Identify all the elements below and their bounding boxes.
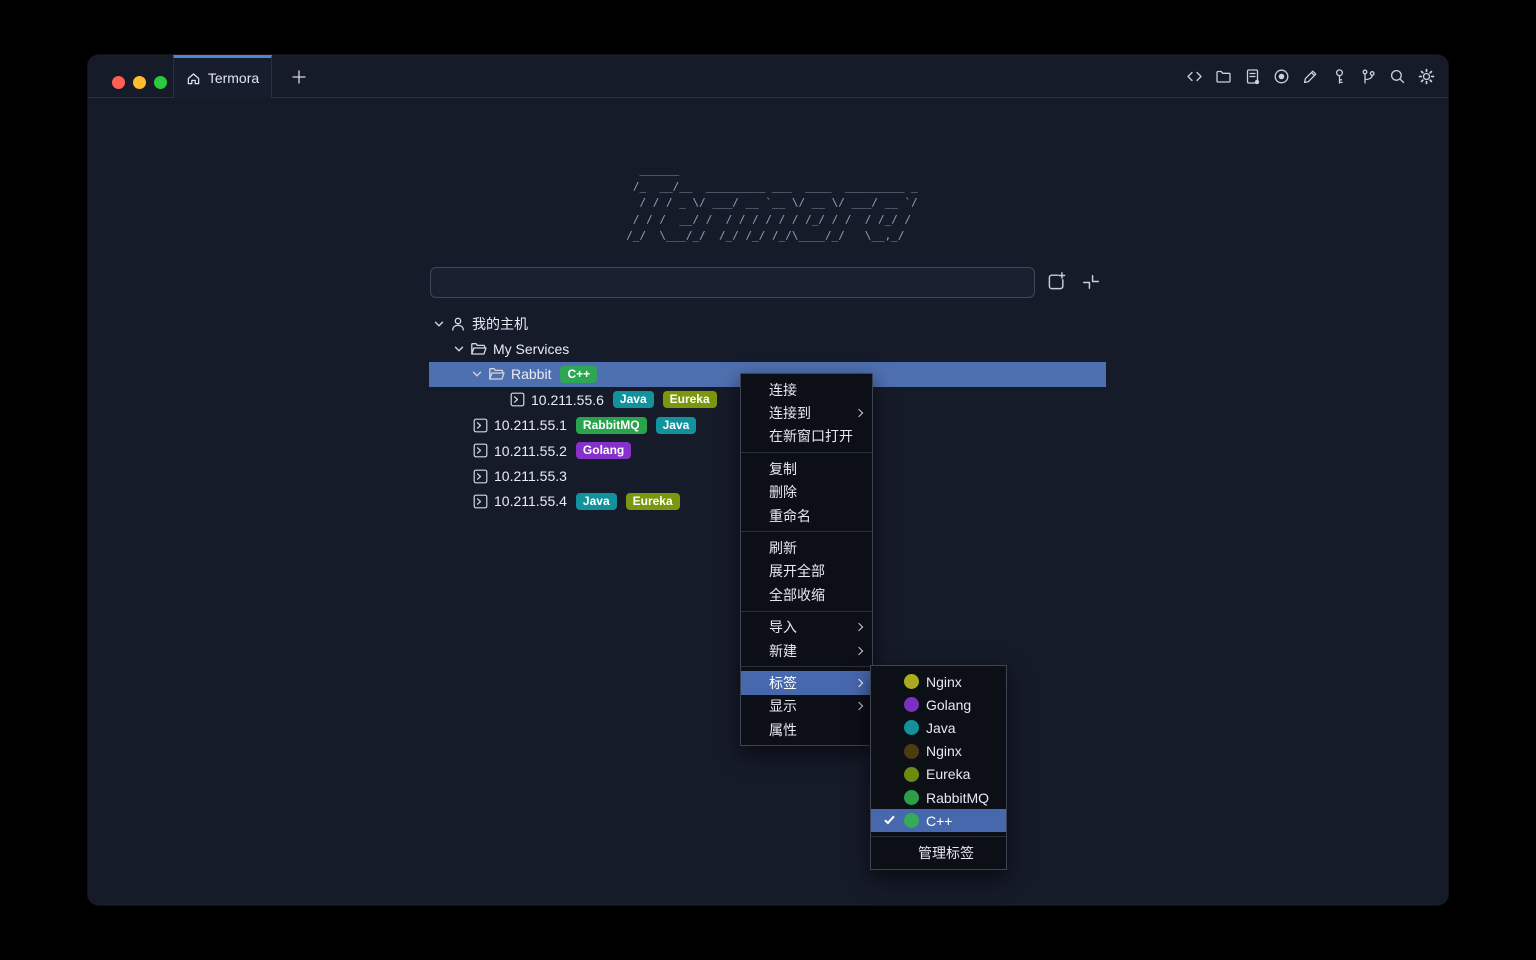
tab-label: Termora xyxy=(208,70,259,86)
tree-row-my-services[interactable]: My Services xyxy=(429,336,1106,361)
context-menu: 连接 连接到 在新窗口打开 复制 删除 重命名 刷新 展开全部 全部收缩 导入 … xyxy=(740,373,873,746)
folder-icon[interactable] xyxy=(1214,68,1232,86)
toolbar xyxy=(1185,55,1435,98)
tag-color-dot xyxy=(904,790,919,805)
tree-label: My Services xyxy=(493,341,569,357)
tag-badge: Java xyxy=(613,391,654,408)
host-search-input[interactable] xyxy=(430,267,1035,298)
menu-item-expand-all[interactable]: 展开全部 xyxy=(741,560,872,583)
tag-submenu: Nginx Golang Java Nginx Eureka RabbitMQ … xyxy=(870,665,1007,870)
terminal-icon xyxy=(510,392,525,407)
menu-item-new[interactable]: 新建 xyxy=(741,639,872,662)
tag-color-dot xyxy=(904,697,919,712)
menu-item-collapse-all[interactable]: 全部收缩 xyxy=(741,583,872,606)
chevron-down-icon[interactable] xyxy=(454,344,464,354)
new-tab-button[interactable] xyxy=(283,61,314,92)
tree-label: Rabbit xyxy=(511,366,551,382)
tag-color-dot xyxy=(904,813,919,828)
tag-badge: Eureka xyxy=(663,391,717,408)
tag-option-rabbitmq[interactable]: RabbitMQ xyxy=(871,786,1006,809)
tag-color-dot xyxy=(904,767,919,782)
app-window: Termora xyxy=(88,55,1448,905)
menu-item-properties[interactable]: 属性 xyxy=(741,718,872,741)
tag-option-nginx[interactable]: Nginx xyxy=(871,670,1006,693)
tag-badge: RabbitMQ xyxy=(576,417,647,434)
submenu-arrow-icon xyxy=(855,646,863,654)
add-host-button[interactable] xyxy=(1043,269,1069,295)
settings-icon[interactable] xyxy=(1417,68,1435,86)
check-icon xyxy=(884,814,894,825)
terminal-icon xyxy=(473,418,488,433)
record-icon[interactable] xyxy=(1272,68,1290,86)
menu-item-copy[interactable]: 复制 xyxy=(741,457,872,480)
key-icon[interactable] xyxy=(1330,68,1348,86)
tag-badge: Java xyxy=(576,493,617,510)
tab-termora[interactable]: Termora xyxy=(173,55,272,98)
terminal-icon xyxy=(473,494,488,509)
tree-label: 我的主机 xyxy=(472,314,528,334)
tag-option-cpp[interactable]: C++ xyxy=(871,809,1006,832)
menu-separator xyxy=(741,611,872,612)
chevron-down-icon[interactable] xyxy=(434,319,444,329)
tag-badge: Golang xyxy=(576,442,631,459)
close-window-button[interactable] xyxy=(112,76,125,89)
folder-open-icon xyxy=(470,341,487,357)
tab-bar: Termora xyxy=(88,55,1448,98)
menu-item-delete[interactable]: 删除 xyxy=(741,481,872,504)
submenu-arrow-icon xyxy=(855,679,863,687)
menu-separator xyxy=(741,666,872,667)
tag-color-dot xyxy=(904,674,919,689)
tree-label: 10.211.55.6 xyxy=(531,392,604,408)
tree-label: 10.211.55.4 xyxy=(494,493,567,509)
branch-icon[interactable] xyxy=(1359,68,1377,86)
ascii-logo: ______ /_ __/__ _________ ___ ____ _____… xyxy=(626,162,917,245)
submenu-arrow-icon xyxy=(855,702,863,710)
tag-color-dot xyxy=(904,744,919,759)
chevron-down-icon[interactable] xyxy=(472,369,482,379)
terminal-icon xyxy=(473,443,488,458)
menu-item-tags[interactable]: 标签 xyxy=(741,671,872,694)
tag-badge: Eureka xyxy=(626,493,680,510)
manage-tags-item[interactable]: 管理标签 xyxy=(871,841,1006,864)
tag-badge: C++ xyxy=(560,366,597,383)
tag-color-dot xyxy=(904,720,919,735)
menu-item-open-in-new-window[interactable]: 在新窗口打开 xyxy=(741,425,872,448)
search-icon[interactable] xyxy=(1388,68,1406,86)
edit-icon[interactable] xyxy=(1301,68,1319,86)
log-icon[interactable] xyxy=(1243,68,1261,86)
menu-item-rename[interactable]: 重命名 xyxy=(741,504,872,527)
terminal-icon xyxy=(473,469,488,484)
menu-separator xyxy=(871,836,1006,837)
user-icon xyxy=(450,316,466,332)
tag-option-java[interactable]: Java xyxy=(871,716,1006,739)
code-icon[interactable] xyxy=(1185,68,1203,86)
tree-label: 10.211.55.2 xyxy=(494,443,567,459)
submenu-arrow-icon xyxy=(855,623,863,631)
tree-row-my-hosts[interactable]: 我的主机 xyxy=(429,311,1106,336)
menu-separator xyxy=(741,531,872,532)
tag-option-eureka[interactable]: Eureka xyxy=(871,763,1006,786)
content-area: ______ /_ __/__ _________ ___ ____ _____… xyxy=(88,98,1448,904)
menu-item-display[interactable]: 显示 xyxy=(741,695,872,718)
traffic-lights xyxy=(112,76,167,89)
minimize-window-button[interactable] xyxy=(133,76,146,89)
menu-item-connect[interactable]: 连接 xyxy=(741,378,872,401)
collapse-all-button[interactable] xyxy=(1078,269,1104,295)
menu-separator xyxy=(741,452,872,453)
zoom-window-button[interactable] xyxy=(154,76,167,89)
menu-item-connect-to[interactable]: 连接到 xyxy=(741,401,872,424)
menu-item-refresh[interactable]: 刷新 xyxy=(741,536,872,559)
home-icon xyxy=(186,71,201,86)
tag-badge: Java xyxy=(656,417,697,434)
tag-option-golang[interactable]: Golang xyxy=(871,693,1006,716)
tag-option-nginx-2[interactable]: Nginx xyxy=(871,740,1006,763)
menu-item-import[interactable]: 导入 xyxy=(741,616,872,639)
folder-open-icon xyxy=(488,366,505,382)
submenu-arrow-icon xyxy=(855,409,863,417)
tree-label: 10.211.55.1 xyxy=(494,417,567,433)
tree-label: 10.211.55.3 xyxy=(494,468,567,484)
